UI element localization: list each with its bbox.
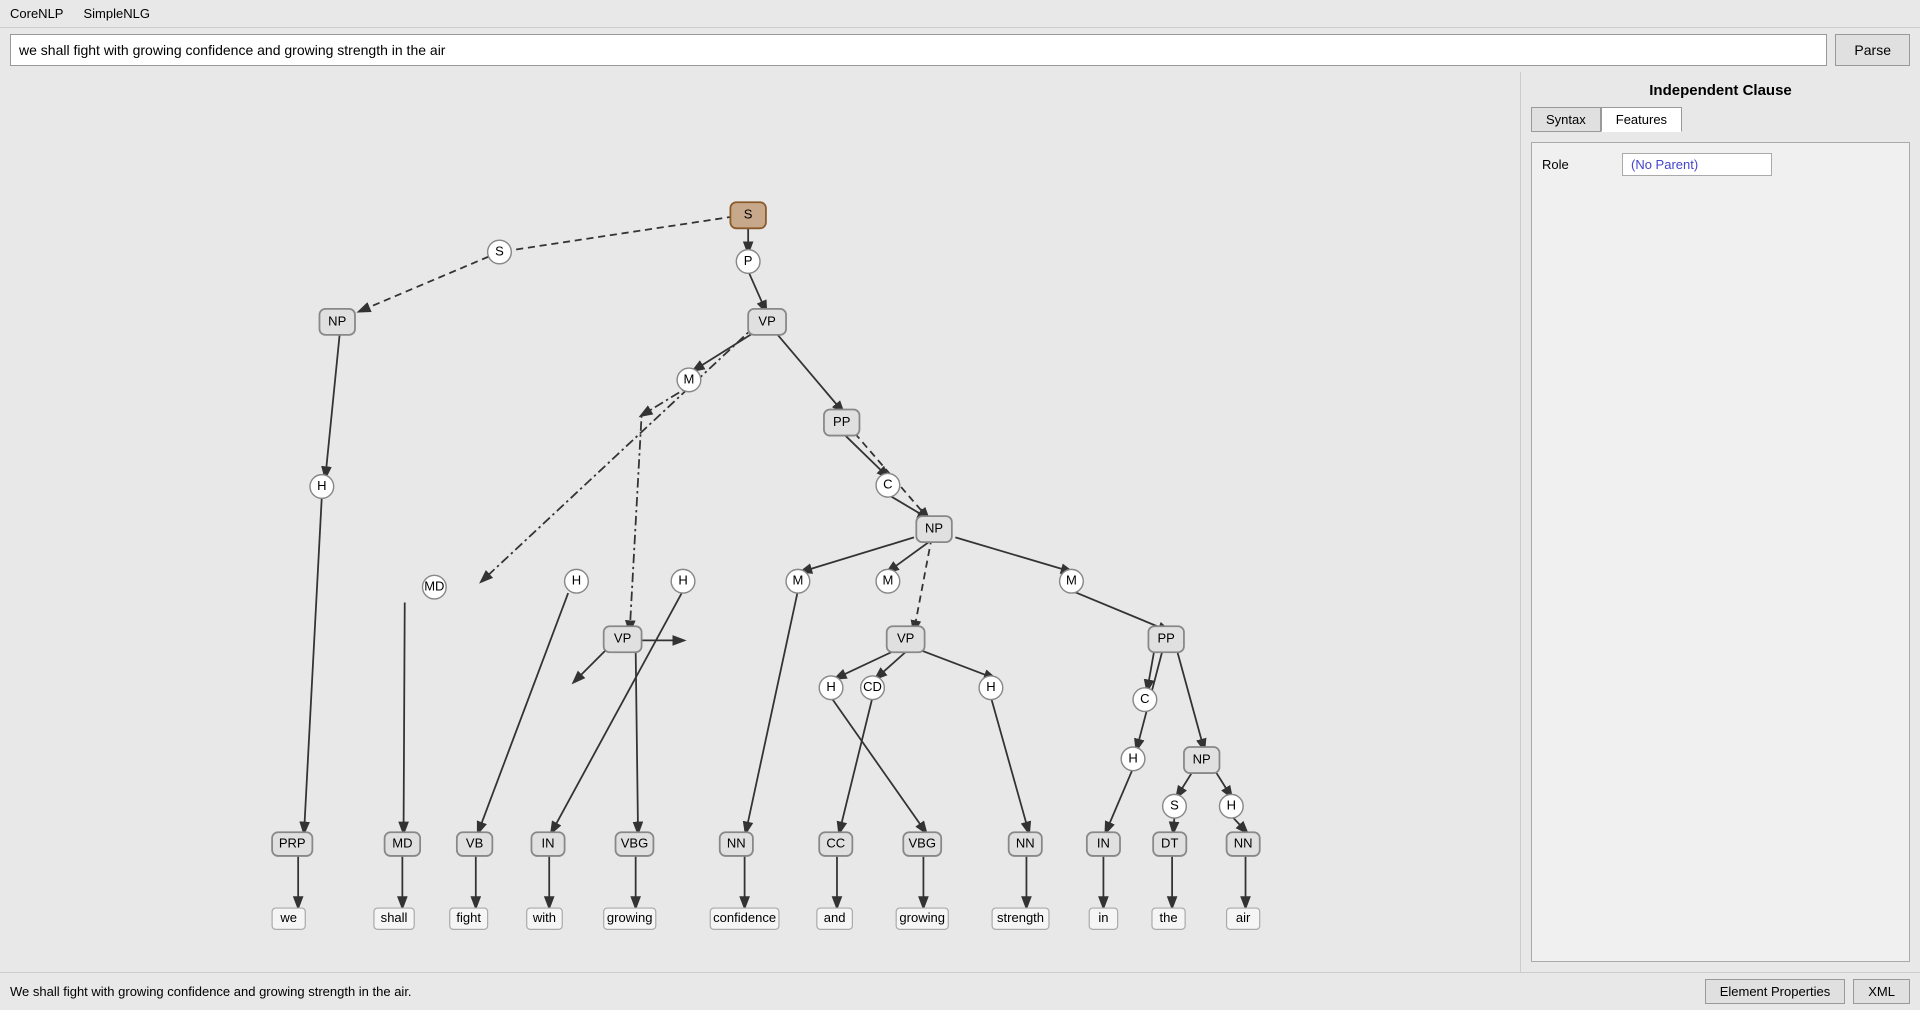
node-C2-label: C [1140, 691, 1149, 706]
node-M4-label: M [1066, 573, 1077, 588]
menu-simplenlg[interactable]: SimpleNLG [83, 6, 149, 21]
output-sentence: We shall fight with growing confidence a… [10, 984, 1697, 999]
pos-VBG-label: VBG [621, 836, 649, 851]
sentence-input[interactable] [10, 34, 1827, 66]
node-MD-circle-label: MD [424, 579, 444, 594]
word-with-text: with [532, 910, 556, 925]
node-H2-label: H [572, 573, 581, 588]
pos-VBG2-label: VBG [908, 836, 936, 851]
right-panel: Independent Clause Syntax Features Role … [1520, 72, 1920, 972]
node-C1-label: C [883, 477, 892, 492]
node-NP-mid-label: NP [925, 521, 943, 536]
xml-button[interactable]: XML [1853, 979, 1910, 1004]
node-NP-left-label: NP [328, 313, 346, 328]
pos-NN2-label: NN [1016, 836, 1035, 851]
tree-svg: S P VP S NP M PP [0, 72, 1520, 972]
role-row: Role (No Parent) [1542, 153, 1899, 176]
tree-panel: S P VP S NP M PP [0, 72, 1520, 972]
main-area: S P VP S NP M PP [0, 72, 1920, 972]
word-strength-text: strength [997, 910, 1044, 925]
word-we-text: we [279, 910, 297, 925]
word-growing2-text: growing [899, 910, 945, 925]
tab-features[interactable]: Features [1601, 107, 1682, 132]
pos-MD-label: MD [392, 836, 412, 851]
word-in-text: in [1098, 910, 1108, 925]
pos-NN3-label: NN [1234, 836, 1253, 851]
properties-area: Role (No Parent) [1531, 142, 1910, 962]
node-PP-mid-label: PP [833, 414, 850, 429]
node-PP-right-label: PP [1157, 631, 1174, 646]
pos-DT-label: DT [1161, 836, 1178, 851]
node-H7-label: H [1227, 798, 1236, 813]
word-growing1-text: growing [607, 910, 653, 925]
node-S-label: S [744, 207, 753, 222]
node-H4-label: H [826, 679, 835, 694]
word-shall-text: shall [381, 910, 408, 925]
app-container: CoreNLP SimpleNLG Parse [0, 0, 1920, 1010]
node-S-circle-label: S [495, 243, 504, 258]
pos-CC-label: CC [826, 836, 845, 851]
menu-bar: CoreNLP SimpleNLG [0, 0, 1920, 28]
node-H6-label: H [1128, 750, 1137, 765]
node-M2-label: M [792, 573, 803, 588]
menu-corenlp[interactable]: CoreNLP [10, 6, 63, 21]
role-value: (No Parent) [1622, 153, 1772, 176]
node-M1-label: M [684, 371, 695, 386]
word-and-text: and [824, 910, 846, 925]
pos-VB-label: VB [466, 836, 483, 851]
node-VP-right-label: VP [897, 631, 914, 646]
role-label: Role [1542, 157, 1622, 172]
word-confidence-text: confidence [713, 910, 776, 925]
node-H3-label: H [678, 573, 687, 588]
node-H1-label: H [317, 478, 326, 493]
pos-NN1-label: NN [727, 836, 746, 851]
node-VP-top-label: VP [758, 313, 775, 328]
right-panel-title: Independent Clause [1531, 82, 1910, 99]
node-S2-label: S [1170, 798, 1179, 813]
node-NP-small-label: NP [1193, 751, 1211, 766]
parse-button[interactable]: Parse [1835, 34, 1910, 66]
tabs-row: Syntax Features [1531, 107, 1910, 132]
word-air-text: air [1236, 910, 1251, 925]
element-props-button[interactable]: Element Properties [1705, 979, 1846, 1004]
pos-IN-label: IN [542, 836, 555, 851]
bottom-bar: We shall fight with growing confidence a… [0, 972, 1920, 1010]
pos-IN2-label: IN [1097, 836, 1110, 851]
node-M3-label: M [882, 573, 893, 588]
tab-syntax[interactable]: Syntax [1531, 107, 1601, 132]
word-fight-text: fight [456, 910, 481, 925]
node-CD-label: CD [863, 679, 882, 694]
pos-PRP-label: PRP [279, 836, 306, 851]
node-P-label: P [744, 253, 753, 268]
word-the-text: the [1160, 910, 1178, 925]
toolbar: Parse [0, 28, 1920, 72]
node-VP-mid-label: VP [614, 631, 631, 646]
node-H5-label: H [986, 679, 995, 694]
